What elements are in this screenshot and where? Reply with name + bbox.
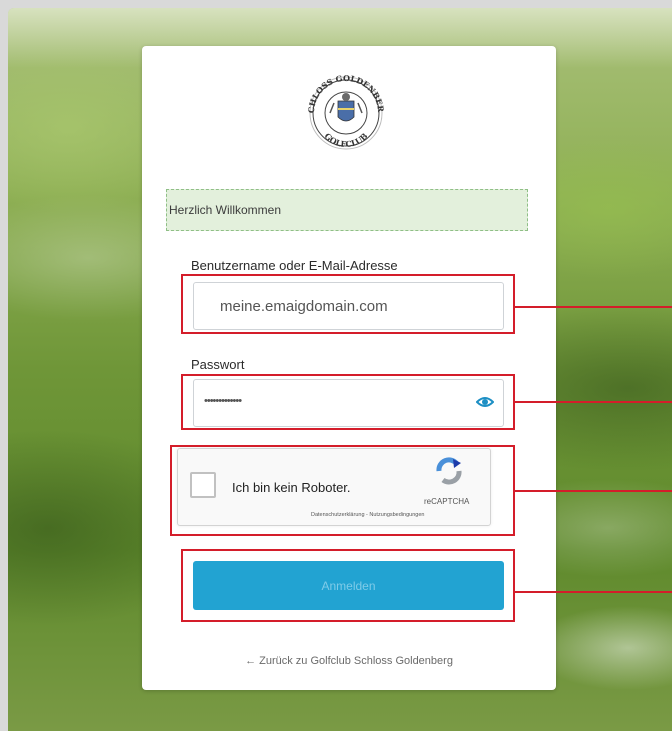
back-to-club-link[interactable]: ← Zurück zu Golfclub Schloss Goldenberg bbox=[142, 655, 556, 667]
password-label: Passwort bbox=[191, 357, 245, 372]
password-callout-line bbox=[515, 401, 672, 403]
club-logo: SCHLOSS GOLDENBERG GOLFCLUB bbox=[300, 73, 386, 150]
username-highlight-box bbox=[181, 274, 515, 334]
password-highlight-box bbox=[181, 374, 515, 430]
login-button-highlight-box bbox=[181, 549, 515, 622]
recaptcha-highlight-box bbox=[170, 445, 515, 536]
welcome-message: Herzlich Willkommen bbox=[166, 189, 528, 231]
recaptcha-callout-line bbox=[515, 490, 672, 492]
username-label: Benutzername oder E-Mail-Adresse bbox=[191, 258, 398, 273]
username-callout-line bbox=[515, 306, 672, 308]
login-button-callout-line bbox=[515, 591, 672, 593]
